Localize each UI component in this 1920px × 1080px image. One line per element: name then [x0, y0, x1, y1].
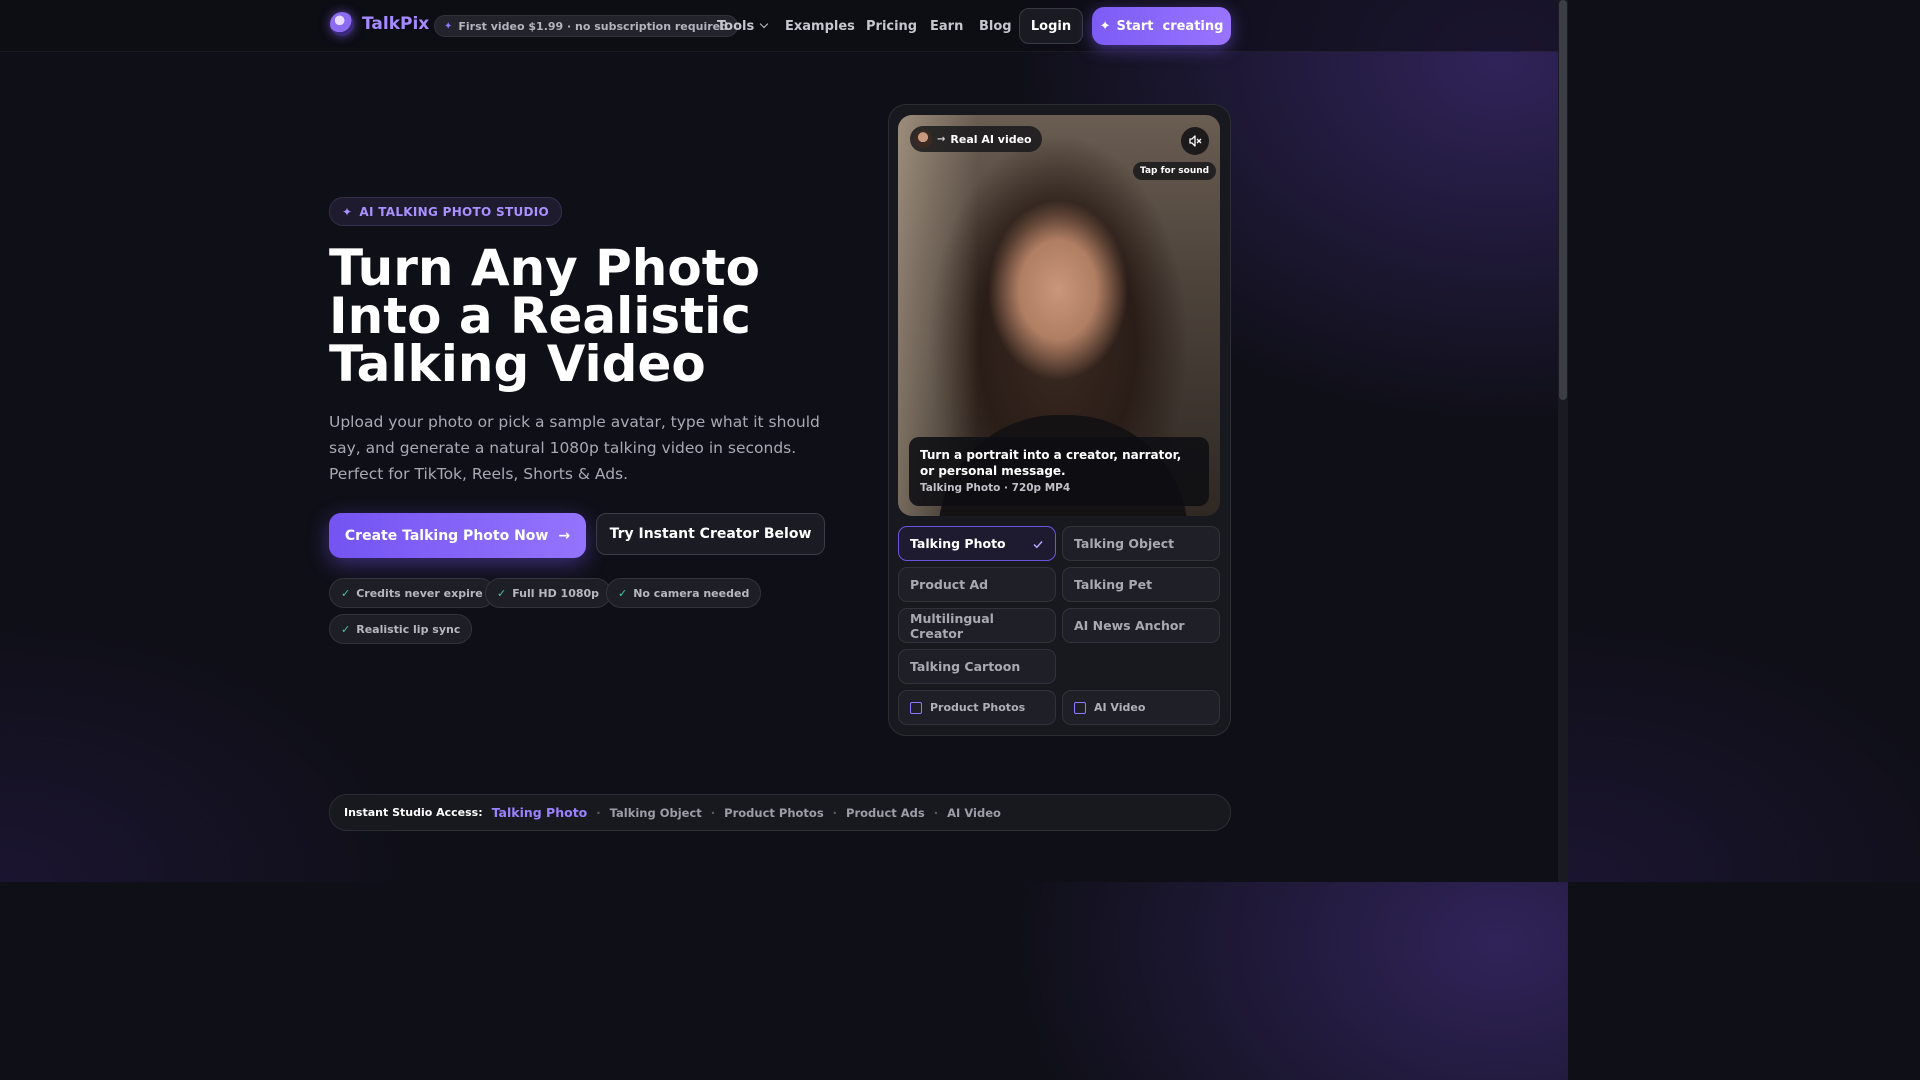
hero-subtext: Upload your photo or pick a sample avata…	[329, 413, 820, 483]
nav-pricing[interactable]: Pricing	[866, 0, 917, 52]
nav-blog-label: Blog	[979, 18, 1012, 34]
separator-dot: ·	[832, 805, 838, 820]
access-link-ai-video[interactable]: AI Video	[947, 806, 1001, 820]
separator-dot: ·	[933, 805, 939, 820]
top-navbar	[0, 0, 1568, 52]
nav-tools-label: Tools	[717, 18, 755, 34]
option-product-ad[interactable]: Product Ad	[898, 567, 1056, 602]
ai-video-label: AI Video	[1094, 701, 1146, 714]
real-ai-video-label: Real AI video	[950, 132, 1032, 146]
headline-line-1: Turn Any Photo	[329, 239, 761, 297]
nav-blog[interactable]: Blog	[979, 0, 1012, 52]
nav-pricing-label: Pricing	[866, 18, 918, 34]
check-icon: ✓	[618, 586, 628, 600]
caption-title: Turn a portrait into a creator, narrator…	[920, 448, 1182, 478]
feature-pill: ✓ Credits never expire	[329, 578, 495, 608]
feature-label: No camera needed	[633, 586, 750, 600]
studio-badge-text: AI TALKING PHOTO STUDIO	[359, 204, 550, 219]
option-ai-news-anchor[interactable]: AI News Anchor	[1062, 608, 1220, 643]
create-talking-photo-label: Create Talking Photo Now	[344, 527, 549, 544]
promo-badge: ✦ First video $1.99 · no subscription re…	[434, 15, 739, 37]
mute-button[interactable]	[1181, 127, 1209, 155]
instant-studio-access-bar: Instant Studio Access: Talking Photo · T…	[329, 794, 1231, 831]
headline-line-3: Talking Video	[329, 335, 706, 393]
check-icon	[1033, 540, 1043, 548]
video-caption: Turn a portrait into a creator, narrator…	[909, 437, 1209, 506]
feature-pill: ✓ No camera needed	[606, 578, 762, 608]
image-icon	[910, 701, 922, 714]
headline-line-2: Into a Realistic	[329, 287, 751, 345]
tap-for-sound-hint[interactable]: Tap for sound	[1133, 162, 1217, 180]
nav-tools[interactable]: Tools	[717, 0, 769, 52]
access-link-product-photos[interactable]: Product Photos	[724, 806, 824, 820]
access-link-talking-photo[interactable]: Talking Photo	[492, 805, 588, 820]
option-multilingual-creator[interactable]: Multilingual Creator	[898, 608, 1056, 643]
nav-examples[interactable]: Examples	[785, 0, 855, 52]
start-creating-label: Start creating	[1116, 18, 1224, 34]
try-instant-creator-button[interactable]: Try Instant Creator Below	[596, 513, 825, 555]
option-label: Talking Photo	[910, 536, 1006, 551]
arrow-right-icon: →	[937, 133, 946, 145]
feature-pill: ✓ Full HD 1080p	[485, 578, 612, 608]
nav-examples-label: Examples	[785, 18, 855, 34]
sparkle-icon: ✦	[1099, 18, 1111, 34]
separator-dot: ·	[710, 805, 716, 820]
scrollbar-thumb[interactable]	[1559, 0, 1567, 400]
option-talking-pet[interactable]: Talking Pet	[1062, 567, 1220, 602]
separator-dot: ·	[596, 805, 601, 820]
logo-text: TalkPix	[362, 14, 430, 34]
feature-pill: ✓ Realistic lip sync	[329, 614, 473, 644]
product-photos-label: Product Photos	[930, 701, 1026, 714]
video-icon	[1074, 701, 1086, 714]
caption-meta: Talking Photo · 720p MP4	[920, 482, 1071, 494]
avatar	[914, 130, 932, 148]
chevron-down-icon	[759, 19, 769, 29]
studio-badge: ✦ AI TALKING PHOTO STUDIO	[329, 197, 563, 226]
ai-video-link[interactable]: AI Video	[1062, 690, 1220, 725]
option-talking-object[interactable]: Talking Object	[1062, 526, 1220, 561]
feature-label: Full HD 1080p	[512, 586, 600, 600]
nav-earn[interactable]: Earn	[930, 0, 963, 52]
option-talking-photo[interactable]: Talking Photo	[898, 526, 1056, 561]
check-icon: ✓	[341, 622, 351, 636]
page-scrollbar[interactable]	[1558, 0, 1568, 882]
logo-icon	[330, 12, 354, 36]
hero-headline: Turn Any Photo Into a Realistic Talking …	[329, 239, 849, 393]
sparkle-icon: ✦	[342, 204, 353, 219]
promo-text: First video $1.99 · no subscription requ…	[458, 19, 729, 33]
arrow-right-icon: →	[558, 527, 571, 544]
real-ai-video-chip: → Real AI video	[910, 126, 1042, 152]
access-link-product-ads[interactable]: Product Ads	[846, 806, 925, 820]
option-talking-cartoon[interactable]: Talking Cartoon	[898, 649, 1056, 684]
nav-earn-label: Earn	[930, 18, 964, 34]
login-button[interactable]: Login	[1019, 8, 1083, 44]
start-creating-button[interactable]: ✦ Start creating	[1092, 7, 1231, 45]
check-icon: ✓	[341, 586, 351, 600]
speaker-muted-icon	[1189, 135, 1202, 147]
feature-label: Credits never expire	[356, 586, 483, 600]
sparkle-icon: ✦	[444, 20, 453, 32]
brand-logo[interactable]: TalkPix	[330, 12, 429, 36]
access-label: Instant Studio Access:	[344, 806, 483, 819]
feature-label: Realistic lip sync	[356, 622, 461, 636]
check-icon: ✓	[497, 586, 507, 600]
create-talking-photo-button[interactable]: Create Talking Photo Now →	[329, 513, 586, 558]
access-link-talking-object[interactable]: Talking Object	[610, 806, 702, 820]
product-photos-link[interactable]: Product Photos	[898, 690, 1056, 725]
